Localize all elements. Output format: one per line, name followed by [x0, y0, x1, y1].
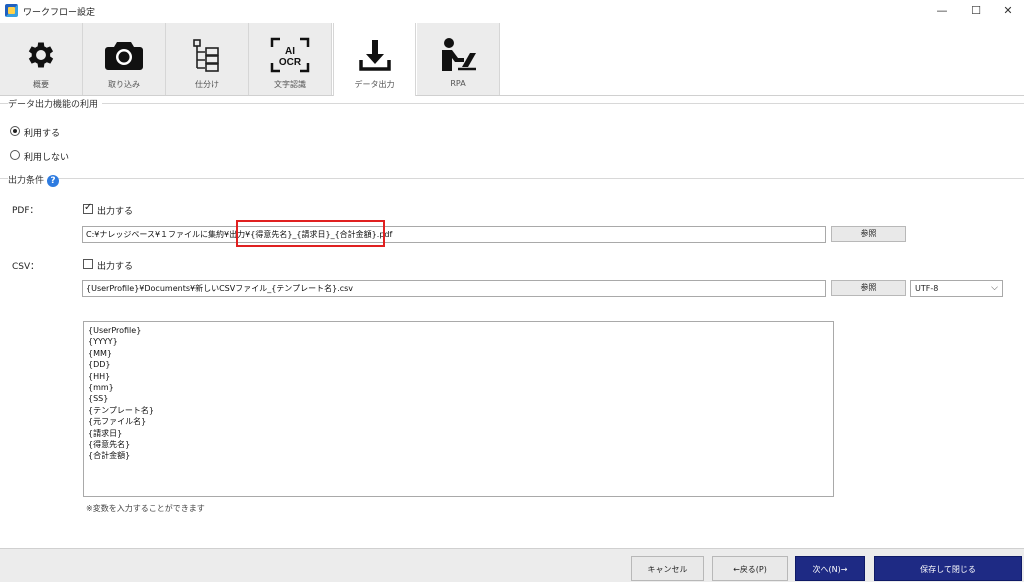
section-divider — [0, 178, 1024, 179]
csv-browse-button[interactable]: 参照 — [831, 280, 906, 296]
pdf-output-checkbox-label: 出力する — [97, 207, 134, 217]
encoding-select[interactable]: UTF-8 ⌵ — [910, 280, 1003, 297]
close-button[interactable]: ✕ — [990, 0, 1024, 22]
app-icon — [5, 4, 18, 17]
list-item[interactable]: {MM} — [88, 348, 829, 359]
tab-rpa[interactable]: RPA — [417, 23, 500, 95]
tab-label: 取り込み — [108, 80, 140, 89]
pdf-output-checkbox[interactable] — [83, 202, 93, 214]
tree-icon — [166, 37, 248, 73]
list-item[interactable]: {mm} — [88, 382, 829, 393]
tab-label: RPA — [450, 79, 466, 88]
output-section-title: 出力条件 — [8, 173, 49, 186]
save-close-button[interactable]: 保存して閉じる — [874, 556, 1022, 581]
back-button[interactable]: ←戻る(P) — [712, 556, 788, 581]
help-icon[interactable]: ? — [47, 175, 59, 187]
maximize-button[interactable]: ☐ — [958, 0, 994, 22]
csv-output-checkbox-label: 出力する — [97, 262, 134, 272]
no-use-radio-label: 利用しない — [24, 153, 70, 163]
list-item[interactable]: {SS} — [88, 393, 829, 404]
list-item[interactable]: {得意先名} — [88, 439, 829, 450]
variables-note: ※変数を入力することができます — [86, 504, 205, 513]
list-item[interactable]: {請求日} — [88, 428, 829, 439]
encoding-value: UTF-8 — [915, 284, 939, 293]
tab-overview[interactable]: 概要 — [0, 23, 83, 95]
section-divider — [0, 103, 1024, 104]
download-icon — [334, 37, 415, 73]
camera-icon — [83, 37, 165, 73]
tab-label: データ出力 — [354, 80, 395, 89]
ocr-icon-ocr-text: OCR — [279, 57, 302, 68]
csv-output-checkbox[interactable] — [83, 259, 93, 269]
use-radio-label: 利用する — [24, 129, 61, 139]
chevron-down-icon: ⌵ — [991, 283, 998, 293]
gear-icon — [0, 37, 82, 73]
ai-ocr-icon: AI OCR — [249, 37, 331, 73]
pdf-label: PDF： — [12, 206, 39, 216]
tab-sort[interactable]: 仕分け — [166, 23, 249, 95]
tab-data-output[interactable]: データ出力 — [333, 23, 416, 96]
ocr-icon-ai-text: AI — [285, 46, 295, 57]
cancel-button[interactable]: キャンセル — [631, 556, 704, 581]
pdf-path-input[interactable]: C:¥ナレッジベース¥１ファイルに集約¥出力¥{得意先名}_{請求日}_{合計金… — [82, 226, 826, 243]
list-item[interactable]: {YYYY} — [88, 336, 829, 347]
tab-ocr[interactable]: AI OCR 文字認識 — [249, 23, 332, 95]
list-item[interactable]: {テンプレート名} — [88, 405, 829, 416]
list-item[interactable]: {HH} — [88, 371, 829, 382]
usage-section-title: データ出力機能の利用 — [8, 97, 103, 110]
variables-list[interactable]: {UserProfile} {YYYY} {MM} {DD} {HH} {mm}… — [83, 321, 834, 497]
csv-label: CSV： — [12, 262, 40, 272]
person-laptop-icon — [417, 37, 499, 73]
next-button[interactable]: 次へ(N)→ — [795, 556, 865, 581]
list-item[interactable]: {合計金額} — [88, 450, 829, 461]
pdf-browse-button[interactable]: 参照 — [831, 226, 906, 242]
highlight-box — [236, 220, 385, 247]
footer-bar: キャンセル ←戻る(P) 次へ(N)→ 保存して閉じる — [0, 548, 1024, 582]
tab-bar: 概要 取り込み 仕分け AI OCR 文字認識 データ出力 RPA — [0, 23, 1024, 96]
tab-label: 文字認識 — [274, 80, 306, 89]
csv-path-input[interactable]: {UserProfile}¥Documents¥新しいCSVファイル_{テンプレ… — [82, 280, 826, 297]
tab-import[interactable]: 取り込み — [83, 23, 166, 95]
list-item[interactable]: {DD} — [88, 359, 829, 370]
title-bar: ワークフロー設定 — ☐ ✕ — [0, 0, 1024, 22]
list-item[interactable]: {元ファイル名} — [88, 416, 829, 427]
list-item[interactable]: {UserProfile} — [88, 325, 829, 336]
tab-label: 仕分け — [195, 80, 219, 89]
tab-label: 概要 — [33, 80, 49, 89]
minimize-button[interactable]: — — [924, 0, 960, 22]
window-title: ワークフロー設定 — [23, 8, 96, 18]
no-use-radio[interactable] — [10, 150, 20, 160]
use-radio[interactable] — [10, 126, 20, 136]
